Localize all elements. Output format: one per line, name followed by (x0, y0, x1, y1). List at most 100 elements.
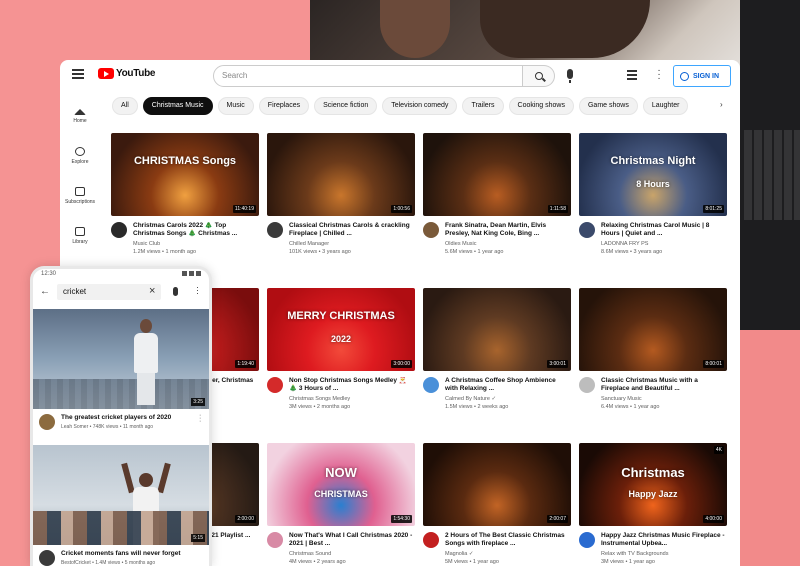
chip-fireplaces[interactable]: Fireplaces (258, 97, 310, 115)
video-title[interactable]: Christmas Carols 2022 🎄 Top Christmas So… (133, 222, 257, 238)
video-card[interactable]: 2:00:07 2 Hours of The Best Classic Chris… (423, 443, 571, 566)
result-more-icon[interactable]: · · · (199, 412, 202, 425)
video-thumbnail[interactable]: Christmas Night 8 Hours 8:01:25 (579, 133, 727, 216)
sidebar-item-subscriptions[interactable]: Subscriptions (60, 176, 100, 216)
mic-icon[interactable] (567, 69, 573, 83)
sidebar-item-explore[interactable]: Explore (60, 136, 100, 176)
sidebar-item-home[interactable]: Home (60, 96, 100, 136)
channel-name[interactable]: Magnolia ✓ (445, 551, 473, 557)
thumbnail-subtitle-text: Happy Jazz (628, 489, 678, 499)
video-card[interactable]: Christmas Night 8 Hours 8:01:25 Relaxing Ch… (579, 133, 727, 270)
phone-mic-icon[interactable] (173, 287, 178, 296)
chip-trailers[interactable]: Trailers (462, 97, 504, 115)
video-thumbnail[interactable]: CHRISTMAS Songs 11:40:19 (111, 133, 259, 216)
video-card[interactable]: 8:00:01 Classic Christmas Music with a Fi… (579, 288, 727, 425)
channel-name[interactable]: Christmas Sound (289, 551, 331, 557)
channel-avatar[interactable] (579, 377, 595, 393)
video-thumbnail[interactable]: 8:00:01 (579, 288, 727, 371)
chip-cooking-shows[interactable]: Cooking shows (508, 97, 574, 115)
channel-name[interactable]: Sanctuary Music (601, 396, 642, 402)
channel-avatar[interactable] (39, 414, 55, 430)
channel-avatar[interactable] (423, 222, 439, 238)
video-title[interactable]: Now That's What I Call Christmas 2020 - … (289, 532, 413, 548)
video-title[interactable]: Classic Christmas Music with a Fireplace… (601, 377, 725, 393)
channel-avatar[interactable] (39, 550, 55, 566)
apps-icon[interactable] (627, 70, 637, 80)
channel-name[interactable]: Calmed By Nature ✓ (445, 396, 496, 402)
channel-avatar[interactable] (579, 222, 595, 238)
chevron-right-icon[interactable]: › (720, 100, 723, 109)
sign-in-label: SIGN IN (693, 72, 720, 80)
chip-science-fiction[interactable]: Science fiction (314, 97, 378, 115)
result-title-2[interactable]: Cricket moments fans will never forget (61, 550, 181, 557)
cricket-player-figure (131, 319, 161, 405)
video-title[interactable]: Relaxing Christmas Carol Music | 8 Hours… (601, 222, 725, 238)
result-thumbnail-2[interactable]: 5:15 (33, 445, 209, 545)
phone-search-input[interactable]: cricket (57, 284, 161, 300)
video-meta: Now That's What I Call Christmas 2020 - … (267, 532, 415, 566)
channel-avatar[interactable] (423, 377, 439, 393)
channel-name[interactable]: Relax with TV Backgrounds (601, 551, 668, 557)
channel-name[interactable]: Chilled Manager (289, 241, 329, 247)
thumbnail-title-text: MERRY CHRISTMAS (287, 310, 395, 322)
chip-laughter[interactable]: Laughter (642, 97, 689, 115)
video-card[interactable]: MERRY CHRISTMAS 2022 3:00:00 Non Stop Chris… (267, 288, 415, 425)
video-card[interactable]: Christmas Happy Jazz 4K 4:00:00 Happy Jazz C… (579, 443, 727, 566)
channel-name[interactable]: LADONNA FRY PS (601, 241, 648, 247)
result-meta-2[interactable]: Cricket moments fans will never forget B… (33, 545, 209, 566)
result-title-1[interactable]: The greatest cricket players of 2020 (61, 414, 171, 421)
channel-avatar[interactable] (579, 532, 595, 548)
video-thumbnail[interactable]: 1:00:56 (267, 133, 415, 216)
video-title[interactable]: Non Stop Christmas Songs Medley 🎅🎄 3 Hou… (289, 377, 413, 393)
video-card[interactable]: 1:00:56 Classical Christmas Carols & crac… (267, 133, 415, 270)
home-icon (74, 108, 86, 115)
menu-icon[interactable] (72, 69, 84, 79)
sign-in-button[interactable]: SIGN IN (673, 65, 731, 87)
channel-name[interactable]: Music Club (133, 241, 160, 247)
back-arrow-icon[interactable]: ← (40, 287, 50, 297)
channel-avatar[interactable] (111, 222, 127, 238)
video-thumbnail[interactable]: NOW CHRISTMAS 1:54:30 (267, 443, 415, 526)
search-input[interactable]: Search (213, 65, 523, 87)
video-title[interactable]: Frank Sinatra, Dean Martin, Elvis Presle… (445, 222, 569, 238)
video-card[interactable]: CHRISTMAS Songs 11:40:19 Christmas Carols … (111, 133, 259, 270)
video-meta: Frank Sinatra, Dean Martin, Elvis Presle… (423, 222, 571, 270)
sidebar-item-library[interactable]: Library (60, 216, 100, 256)
chip-television-comedy[interactable]: Television comedy (382, 97, 458, 115)
video-card[interactable]: 3:00:01 A Christmas Coffee Shop Ambience … (423, 288, 571, 425)
youtube-logo[interactable]: YouTube (98, 68, 156, 79)
video-duration: 4:00:00 (703, 515, 724, 523)
video-thumbnail[interactable]: 3:00:01 (423, 288, 571, 371)
video-title[interactable]: Happy Jazz Christmas Music Fireplace - I… (601, 532, 725, 548)
result-thumbnail-1[interactable]: 3:25 (33, 309, 209, 409)
video-card[interactable]: 1:11:58 Frank Sinatra, Dean Martin, Elvis… (423, 133, 571, 270)
chip-christmas-music[interactable]: Christmas Music (142, 97, 213, 115)
video-meta: Classic Christmas Music with a Fireplace… (579, 377, 727, 425)
clear-icon[interactable]: × (149, 284, 155, 298)
search-button[interactable] (523, 65, 555, 87)
video-thumbnail[interactable]: 1:11:58 (423, 133, 571, 216)
channel-avatar[interactable] (267, 222, 283, 238)
video-title[interactable]: Classical Christmas Carols & crackling F… (289, 222, 413, 238)
chip-game-shows[interactable]: Game shows (578, 97, 638, 115)
video-thumbnail[interactable]: Christmas Happy Jazz 4K 4:00:00 (579, 443, 727, 526)
video-thumbnail[interactable]: 2:00:07 (423, 443, 571, 526)
channel-avatar[interactable] (267, 532, 283, 548)
channel-name[interactable]: Christmas Songs Medley (289, 396, 350, 402)
video-card[interactable]: NOW CHRISTMAS 1:54:30 Now That's What I Cal… (267, 443, 415, 566)
channel-avatar[interactable] (267, 377, 283, 393)
channel-name[interactable]: Oldies Music (445, 241, 476, 247)
video-title[interactable]: A Christmas Coffee Shop Ambience with Re… (445, 377, 569, 393)
crowd (33, 511, 209, 545)
sidebar-item-label: Explore (71, 159, 89, 165)
video-duration: 3:00:01 (547, 360, 568, 368)
phone-more-icon[interactable]: · · · (196, 283, 199, 298)
chip-music[interactable]: Music (217, 97, 254, 115)
video-title[interactable]: 2 Hours of The Best Classic Christmas So… (445, 532, 569, 548)
result-meta-1[interactable]: The greatest cricket players of 2020 Lea… (33, 409, 209, 443)
more-vert-icon[interactable]: · · · (657, 66, 661, 84)
sidebar-item-label: Subscriptions (64, 199, 95, 205)
video-thumbnail[interactable]: MERRY CHRISTMAS 2022 3:00:00 (267, 288, 415, 371)
chip-all[interactable]: All (112, 97, 138, 115)
channel-avatar[interactable] (423, 532, 439, 548)
